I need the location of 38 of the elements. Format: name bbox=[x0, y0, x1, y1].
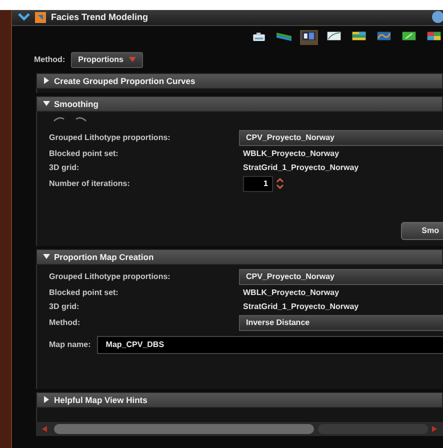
field-value: WBLK_Proyecto_Norway bbox=[242, 286, 340, 299]
caret-icon bbox=[129, 57, 136, 62]
field-label: Number of iterations: bbox=[49, 178, 131, 190]
help-icon[interactable] bbox=[431, 10, 443, 24]
map-name-field[interactable]: Map_CPV_DBS bbox=[96, 336, 443, 354]
field-label: Map name: bbox=[49, 338, 91, 351]
number-field[interactable]: 1 bbox=[243, 176, 273, 192]
dropdown[interactable]: CPV_Proyecto_Norway bbox=[239, 268, 443, 285]
expand-arrow-icon[interactable] bbox=[43, 396, 50, 404]
collapse-arrow-icon[interactable] bbox=[43, 253, 50, 260]
section-header[interactable]: Proportion Map Creation bbox=[36, 248, 443, 265]
field-value: StratGrid_1_Proyecto_Norway bbox=[242, 162, 360, 174]
field-label: 3D grid: bbox=[49, 162, 80, 174]
section-header[interactable]: Create Grouped Proportion Curves bbox=[36, 72, 443, 89]
dropdown[interactable]: Inverse Distance bbox=[239, 314, 443, 331]
redo-icon[interactable] bbox=[75, 116, 87, 122]
chevron-icon[interactable] bbox=[18, 13, 30, 22]
section-header[interactable]: Smoothing bbox=[36, 96, 443, 112]
field-label: Grouped Lithotype proportions: bbox=[49, 270, 172, 283]
field-label: Grouped Lithotype proportions: bbox=[49, 132, 172, 144]
field-label: Method: bbox=[49, 316, 82, 329]
module-icon bbox=[35, 12, 46, 23]
method-dropdown[interactable]: Proportions bbox=[71, 52, 144, 68]
undo-icon[interactable] bbox=[53, 116, 65, 122]
field-value: WBLK_Proyecto_Norway bbox=[242, 148, 340, 160]
section-header[interactable]: Helpful Map View Hints bbox=[36, 392, 443, 408]
spinner-arrows-icon[interactable] bbox=[276, 178, 284, 190]
collapse-arrow-icon[interactable] bbox=[43, 100, 50, 108]
panel-title: Facies Trend Modeling bbox=[51, 10, 148, 24]
field-label: 3D grid: bbox=[49, 300, 80, 313]
expand-arrow-icon[interactable] bbox=[43, 77, 50, 84]
smooth-button[interactable]: Smo bbox=[400, 222, 443, 240]
field-value: StratGrid_1_Proyecto_Norway bbox=[242, 300, 360, 313]
field-label: Blocked point set: bbox=[49, 286, 120, 299]
field-label: Blocked point set: bbox=[49, 148, 120, 160]
horizontal-scrollbar[interactable] bbox=[36, 422, 443, 436]
dropdown[interactable]: CPV_Proyecto_Norway bbox=[239, 130, 443, 146]
method-label: Method: bbox=[34, 54, 66, 66]
